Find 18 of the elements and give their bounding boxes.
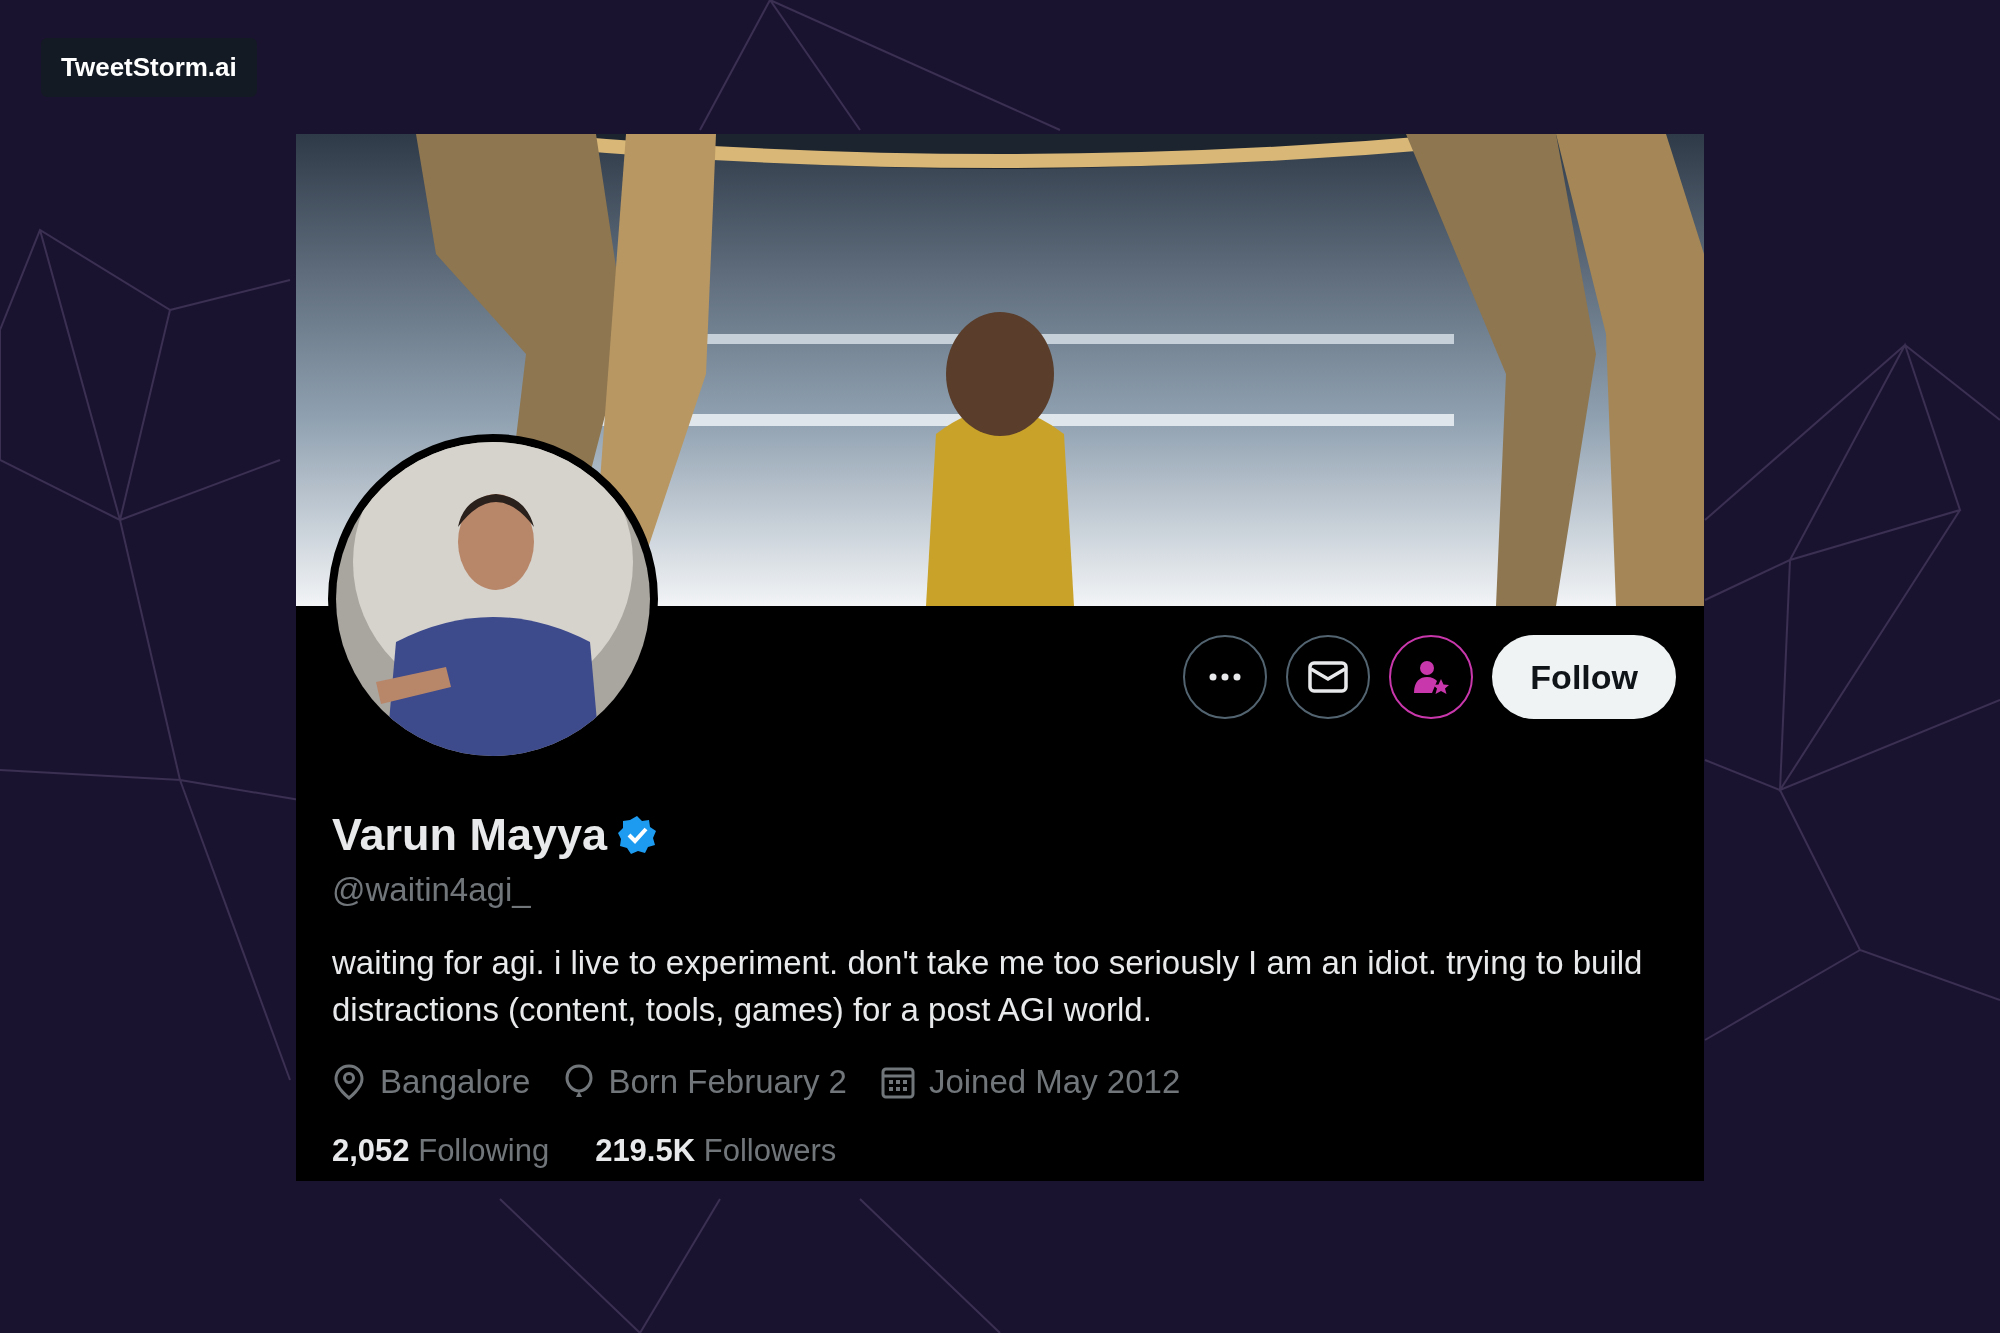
more-button[interactable] — [1183, 635, 1268, 719]
stat-link[interactable]: 219.5K Followers — [595, 1133, 837, 1169]
calendar-icon — [880, 1065, 915, 1099]
balloon-icon — [564, 1064, 595, 1100]
joined-date: Joined May 2012 — [928, 1063, 1181, 1101]
birthday-text: Born February 2 — [608, 1063, 847, 1101]
envelope-icon — [1308, 661, 1349, 693]
person-star-icon — [1412, 659, 1451, 695]
location-text: Bangalore — [380, 1063, 531, 1101]
follow-button[interactable]: Follow — [1492, 635, 1676, 719]
subscribe-button[interactable] — [1389, 635, 1474, 719]
stat-link[interactable]: 2,052 Following — [332, 1133, 550, 1169]
location-pin-icon — [332, 1064, 366, 1100]
profile-name: Varun Mayya — [332, 809, 608, 861]
profile-bio: waiting for agi. i live to experiment. don't take me too seriously I am an idiot. trying to build distractions (content, tools, games) for a post AGI world. — [332, 943, 1644, 1030]
profile-handle: @waitin4agi_ — [332, 871, 532, 909]
message-button[interactable] — [1286, 635, 1371, 719]
brand-badge: TweetStorm.ai — [41, 38, 257, 97]
